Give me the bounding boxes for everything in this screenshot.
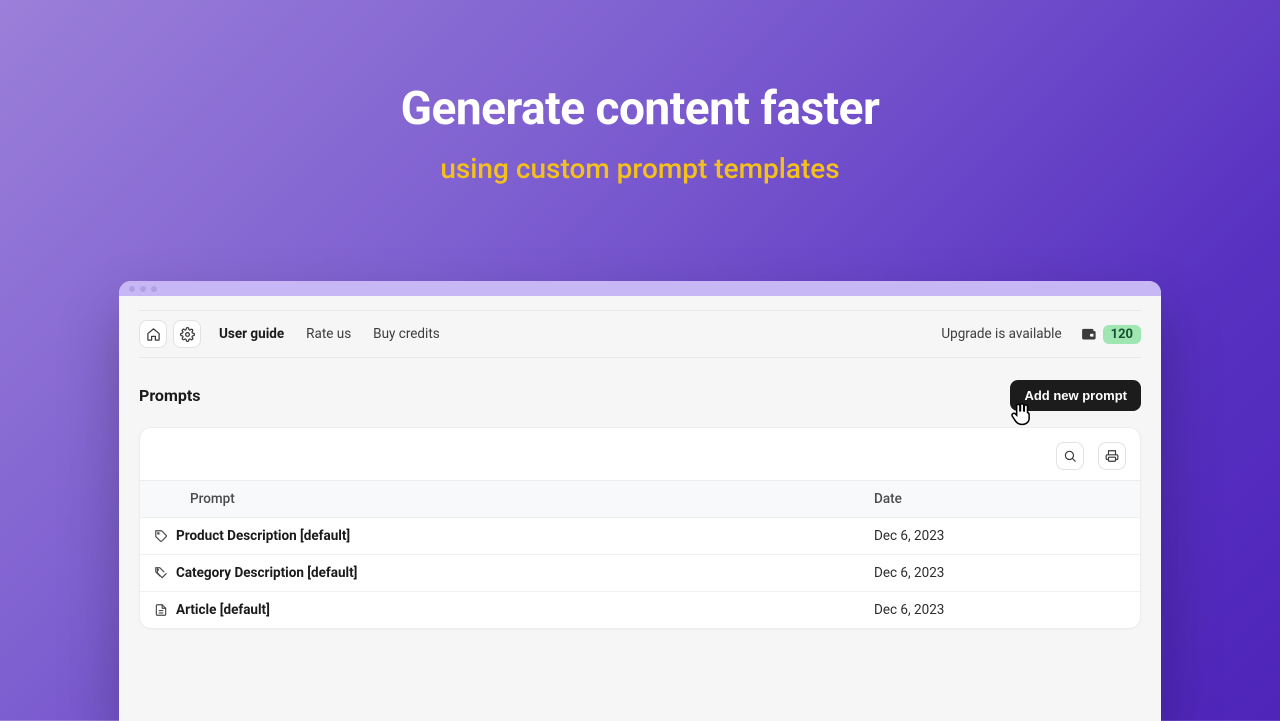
prompts-card: Prompt Date Product Description [default… xyxy=(139,427,1141,629)
traffic-light-dot xyxy=(151,286,157,292)
row-type-icon xyxy=(140,518,176,555)
table-row[interactable]: Product Description [default]Dec 6, 2023 xyxy=(140,518,1140,555)
row-prompt-name: Article [default] xyxy=(176,592,860,629)
traffic-light-dot xyxy=(129,286,135,292)
row-type-icon xyxy=(140,555,176,592)
col-header-prompt: Prompt xyxy=(140,481,860,518)
credits-badge: 120 xyxy=(1103,325,1141,344)
card-tools xyxy=(140,438,1140,480)
topbar: User guide Rate us Buy credits Upgrade i… xyxy=(139,310,1141,358)
upgrade-notice[interactable]: Upgrade is available xyxy=(941,326,1061,342)
credits-display: 120 xyxy=(1080,325,1141,344)
hero-section: Generate content faster using custom pro… xyxy=(0,0,1280,185)
table-row[interactable]: Category Description [default]Dec 6, 202… xyxy=(140,555,1140,592)
hero-title: Generate content faster xyxy=(0,82,1280,136)
hero-subtitle: using custom prompt templates xyxy=(0,152,1280,185)
add-new-prompt-button[interactable]: Add new prompt xyxy=(1010,380,1141,411)
print-icon xyxy=(1105,449,1119,463)
row-type-icon xyxy=(140,592,176,629)
print-button[interactable] xyxy=(1098,442,1126,470)
page-title: Prompts xyxy=(139,386,200,405)
nav-buy-credits[interactable]: Buy credits xyxy=(373,326,440,342)
home-button[interactable] xyxy=(139,320,167,348)
row-date: Dec 6, 2023 xyxy=(860,592,1140,629)
prompts-table: Prompt Date Product Description [default… xyxy=(140,480,1140,628)
wallet-icon xyxy=(1080,326,1097,343)
col-header-date: Date xyxy=(860,481,1140,518)
search-icon xyxy=(1063,449,1077,463)
row-date: Dec 6, 2023 xyxy=(860,555,1140,592)
nav-rate-us[interactable]: Rate us xyxy=(306,326,351,342)
page-header: Prompts Add new prompt xyxy=(139,380,1141,411)
table-row[interactable]: Article [default]Dec 6, 2023 xyxy=(140,592,1140,629)
row-date: Dec 6, 2023 xyxy=(860,518,1140,555)
search-button[interactable] xyxy=(1056,442,1084,470)
traffic-light-dot xyxy=(140,286,146,292)
nav-user-guide[interactable]: User guide xyxy=(219,326,284,342)
home-icon xyxy=(146,327,161,342)
row-prompt-name: Product Description [default] xyxy=(176,518,860,555)
gear-icon xyxy=(180,327,195,342)
window-titlebar xyxy=(119,281,1161,296)
row-prompt-name: Category Description [default] xyxy=(176,555,860,592)
app-window: User guide Rate us Buy credits Upgrade i… xyxy=(119,281,1161,721)
nav-links: User guide Rate us Buy credits xyxy=(219,326,440,342)
settings-button[interactable] xyxy=(173,320,201,348)
